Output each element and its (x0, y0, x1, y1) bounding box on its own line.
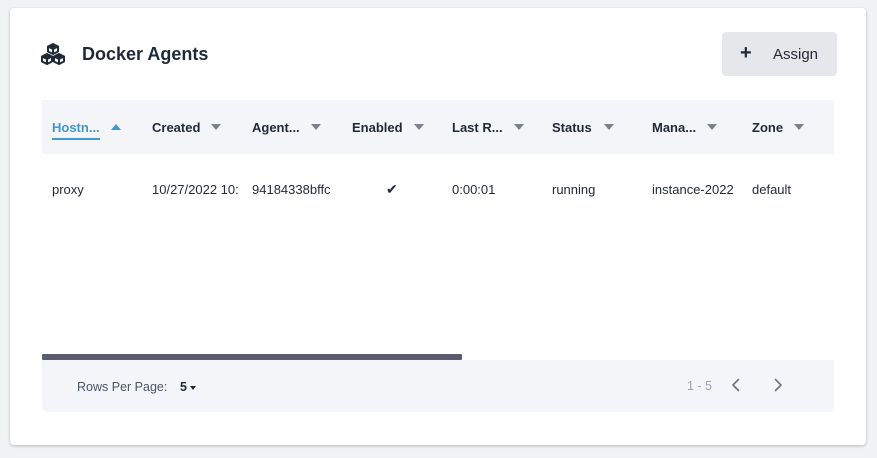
cell-zone: default (752, 181, 792, 197)
cell-last-run: 0:00:01 (452, 181, 496, 197)
column-label: Status (552, 119, 592, 135)
table-row[interactable]: proxy 10/27/2022 10: 94184338bffc ✔ 0:00… (42, 154, 834, 224)
column-label: Hostn... (52, 120, 100, 140)
rows-per-page-value: 5 (180, 380, 187, 394)
plus-icon: + (740, 42, 752, 64)
chevron-right-icon[interactable] (768, 375, 788, 395)
cell-manager: instance-2022 (652, 181, 734, 197)
caret-down-icon (211, 124, 222, 130)
cell-created: 10/27/2022 10: (152, 181, 239, 197)
table-header: Hostn... Created Agent... Enabled Last R… (42, 100, 834, 154)
cell-agent: 94184338bffc (252, 181, 331, 197)
caret-down-icon (707, 124, 718, 130)
caret-down-icon (413, 124, 424, 130)
column-header-status[interactable]: Status (552, 100, 614, 154)
column-header-created[interactable]: Created (152, 100, 222, 154)
column-label: Enabled (352, 119, 403, 135)
column-header-zone[interactable]: Zone (752, 100, 805, 154)
cell-status: running (552, 181, 596, 197)
caret-down-icon (603, 124, 614, 130)
column-label: Mana... (652, 119, 697, 135)
caret-down-icon (794, 124, 805, 130)
column-header-manager[interactable]: Mana... (652, 100, 718, 154)
column-label: Last R... (452, 119, 503, 135)
caret-down-icon (189, 385, 196, 390)
column-label: Created (152, 119, 201, 135)
page-title: Docker Agents (82, 43, 209, 64)
check-icon: ✔ (386, 180, 398, 197)
sort-asc-icon (110, 124, 121, 130)
column-label: Agent... (252, 119, 300, 135)
caret-down-icon (513, 124, 524, 130)
column-header-enabled[interactable]: Enabled (352, 100, 424, 154)
column-label: Zone (752, 119, 784, 135)
card-header: Docker Agents (40, 42, 208, 66)
pagination-range: 1 - 5 (687, 379, 713, 393)
cubes-icon (40, 42, 66, 66)
docker-agents-card: Docker Agents + Assign Hostn... Created … (10, 8, 866, 445)
cell-hostname: proxy (52, 181, 84, 197)
column-header-last-run[interactable]: Last R... (452, 100, 524, 154)
chevron-left-icon[interactable] (726, 375, 746, 395)
assign-button-label: Assign (773, 46, 819, 63)
agents-table: Hostn... Created Agent... Enabled Last R… (42, 100, 834, 412)
caret-down-icon (310, 124, 321, 130)
column-header-agent[interactable]: Agent... (252, 100, 321, 154)
rows-per-page-label: Rows Per Page: (77, 380, 168, 394)
rows-per-page-select[interactable]: 5 (180, 380, 196, 394)
assign-button[interactable]: + Assign (722, 32, 837, 76)
column-header-hostname[interactable]: Hostn... (52, 100, 121, 154)
table-footer: Rows Per Page: 5 1 - 5 (42, 360, 834, 412)
